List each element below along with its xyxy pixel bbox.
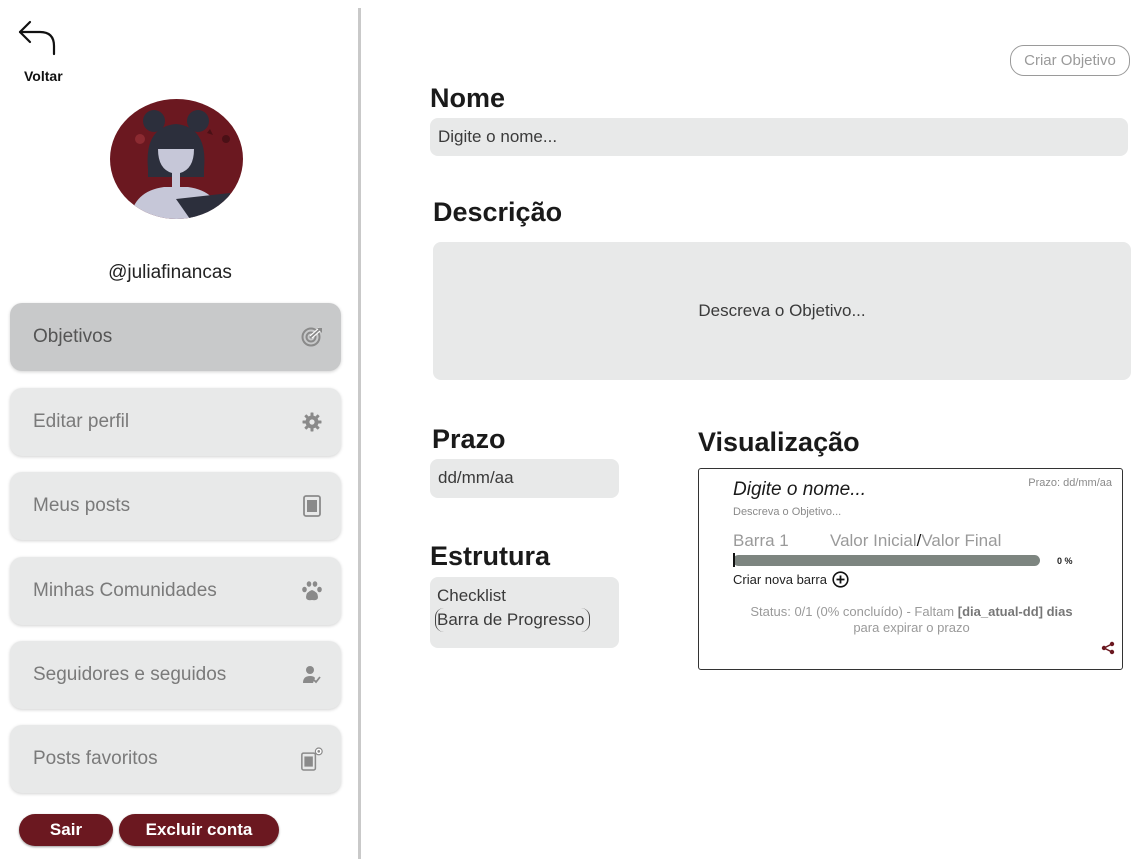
paw-icon [301,580,323,602]
name-input[interactable]: Digite o nome... [430,118,1128,156]
structure-option-progress-bar[interactable]: Barra de Progresso [435,608,591,632]
progress-bar-marker [733,553,735,567]
logout-button[interactable]: Sair [19,814,113,846]
sidebar-item-meus-posts[interactable]: Meus posts [10,472,341,540]
avatar [110,99,243,219]
sidebar-item-label: Meus posts [33,495,131,516]
preview-card: Digite o nome... Prazo: dd/mm/aa Descrev… [698,468,1123,670]
back-label: Voltar [24,68,63,84]
target-icon [301,326,323,348]
preview-bar-label: Barra 1 [733,531,789,550]
delete-account-button[interactable]: Excluir conta [119,814,279,846]
back-arrow-icon [18,20,56,56]
preview-initial-value: Valor Inicial [830,531,917,550]
structure-option-checklist[interactable]: Checklist [437,584,619,608]
share-icon[interactable] [1101,641,1115,660]
preview-final-value: Valor Final [921,531,1002,550]
sidebar-item-posts-favoritos[interactable]: Posts favoritos [10,725,341,793]
username: @juliafinancas [108,262,232,283]
structure-selector: Checklist Barra de Progresso [430,577,619,648]
sidebar: Voltar @juliafinancas Objetivos Editar p… [0,0,358,859]
preview-bar-values: Valor Inicial/Valor Final [830,531,1001,551]
sidebar-item-label: Seguidores e seguidos [33,664,227,685]
sidebar-divider [358,8,361,859]
user-check-icon [301,664,323,686]
gear-icon [301,411,323,433]
sidebar-item-minhas-comunidades[interactable]: Minhas Comunidades [10,557,341,625]
document-icon [301,495,323,517]
progress-bar [733,555,1040,566]
sidebar-item-label: Posts favoritos [33,748,158,769]
deadline-input[interactable]: dd/mm/aa [430,459,619,498]
progress-percent: 0 % [1057,556,1073,566]
avatar-illustration [130,110,230,219]
sidebar-item-label: Minhas Comunidades [33,580,217,601]
status-text-line2: para expirar o prazo [853,620,970,635]
back-button[interactable]: Voltar [14,18,74,84]
sidebar-item-label: Editar perfil [33,411,130,432]
preview-status: Status: 0/1 (0% concluído) - Faltam [dia… [699,604,1124,636]
preview-description: Descreva o Objetivo... [733,506,842,518]
sidebar-item-label: Objetivos [33,326,113,347]
plus-circle-icon [832,571,849,588]
document-star-icon [301,747,323,771]
deadline-heading: Prazo [432,424,506,454]
create-goal-button[interactable]: Criar Objetivo [1010,45,1130,76]
sidebar-item-seguidores[interactable]: Seguidores e seguidos [10,641,341,709]
sidebar-item-editar-perfil[interactable]: Editar perfil [10,388,341,456]
name-heading: Nome [430,83,506,113]
status-days: [dia_atual-dd] dias [957,604,1073,619]
preview-deadline: Prazo: dd/mm/aa [1028,477,1112,489]
sidebar-item-objetivos[interactable]: Objetivos [10,303,341,371]
structure-heading: Estrutura [430,541,551,571]
create-new-bar-button[interactable]: Criar nova barra [733,571,849,588]
create-new-bar-label: Criar nova barra [733,572,827,587]
description-heading: Descrição [433,197,563,227]
preview-name: Digite o nome... [733,479,867,500]
status-text: Status: 0/1 (0% concluído) - Faltam [750,604,958,619]
preview-heading: Visualização [698,427,860,457]
description-input[interactable]: Descreva o Objetivo... [433,242,1131,380]
